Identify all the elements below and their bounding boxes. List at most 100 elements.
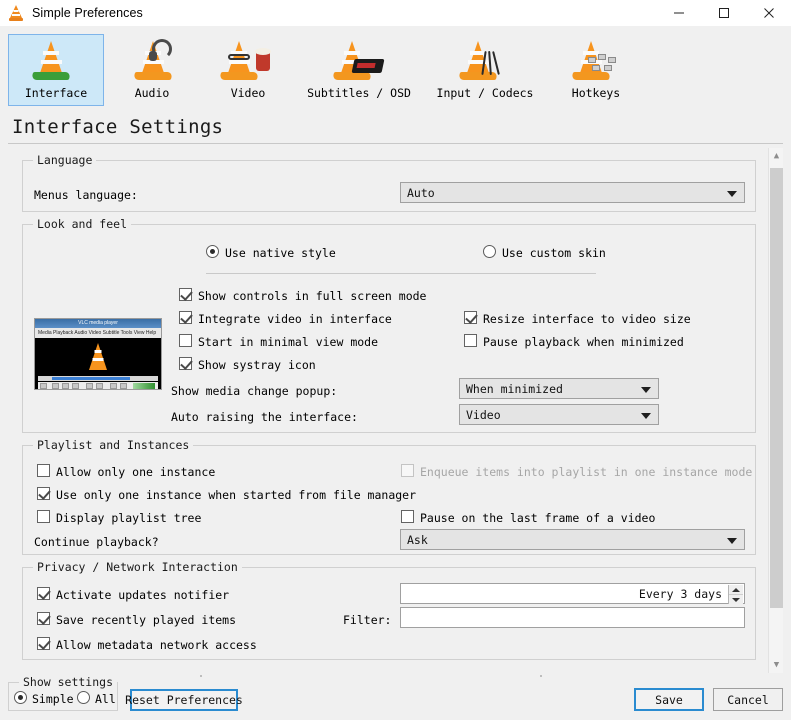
- vlc-cone-keys-icon: [566, 37, 626, 85]
- integrate-video-box: [179, 311, 192, 324]
- save-button[interactable]: Save: [634, 688, 704, 711]
- look-and-feel-legend: Look and feel: [33, 217, 132, 231]
- preview-menu-bar: Media Playback Audio Video Subtitle Tool…: [35, 328, 161, 338]
- save-recent-items-label: Save recently played items: [56, 613, 237, 627]
- tab-interface[interactable]: Interface: [8, 34, 104, 106]
- language-group-legend: Language: [33, 153, 97, 167]
- tab-video[interactable]: Video: [200, 34, 296, 106]
- updates-interval-stepper[interactable]: [728, 585, 743, 604]
- page-title: Interface Settings: [12, 116, 224, 138]
- chevron-down-icon: [641, 412, 651, 419]
- pause-last-frame-box: [401, 510, 414, 523]
- tab-subtitles-osd[interactable]: Subtitles / OSD: [296, 34, 422, 106]
- show-settings-simple-indicator: [14, 691, 27, 704]
- reset-preferences-button[interactable]: Reset Preferences: [125, 689, 243, 711]
- enqueue-items-box: [401, 464, 414, 477]
- continue-playback-value: Ask: [407, 532, 428, 547]
- title-divider: [8, 143, 783, 144]
- show-settings-all-label: All: [95, 692, 116, 706]
- privacy-group-legend: Privacy / Network Interaction: [33, 560, 242, 574]
- activate-updates-notifier-label: Activate updates notifier: [56, 588, 230, 602]
- pause-minimized-label: Pause playback when minimized: [483, 335, 684, 349]
- one-instance-file-manager-box: [37, 487, 50, 500]
- menus-language-label: Menus language:: [34, 188, 138, 202]
- privacy-network-group: Privacy / Network Interaction Activate u…: [22, 560, 756, 660]
- preview-seekbar: [38, 376, 158, 381]
- preview-controls: [38, 382, 158, 389]
- tab-hotkeys[interactable]: Hotkeys: [548, 34, 644, 106]
- scrollbar-thumb[interactable]: [770, 168, 783, 608]
- systray-icon-label: Show systray icon: [198, 358, 316, 372]
- settings-scrollbar[interactable]: ▲ ▼: [768, 148, 783, 673]
- continue-playback-combo[interactable]: Ask: [400, 529, 745, 550]
- vlc-cone-headphones-icon: [122, 37, 182, 85]
- integrate-video-label: Integrate video in interface: [198, 312, 392, 326]
- continue-playback-label: Continue playback?: [34, 535, 159, 549]
- custom-skin-radio-indicator: [483, 245, 496, 258]
- close-icon[interactable]: [746, 0, 791, 26]
- allow-one-instance-box: [37, 464, 50, 477]
- minimize-icon[interactable]: [656, 0, 701, 26]
- preview-video-pane: [38, 340, 158, 374]
- cancel-button[interactable]: Cancel: [713, 688, 783, 711]
- updates-interval-value: Every 3 days: [638, 586, 722, 601]
- media-popup-value: When minimized: [466, 381, 563, 396]
- language-group: Language Menus language: Auto: [22, 153, 756, 212]
- native-style-label: Use native style: [225, 246, 336, 260]
- show-settings-legend: Show settings: [19, 675, 117, 689]
- stepper-up-icon[interactable]: [729, 585, 743, 595]
- tab-input-codecs[interactable]: Input / Codecs: [422, 34, 548, 106]
- minimal-view-box: [179, 334, 192, 347]
- scroll-down-icon[interactable]: ▼: [769, 657, 783, 673]
- resize-interface-box: [464, 311, 477, 324]
- activate-updates-notifier-box: [37, 587, 50, 600]
- vlc-cone-glasses-popcorn-icon: [218, 37, 278, 85]
- menus-language-combo[interactable]: Auto: [400, 182, 745, 203]
- vlc-cone-icon: [8, 5, 24, 21]
- settings-scroll-area: Language Menus language: Auto Look and f…: [8, 148, 783, 673]
- window-controls: [656, 0, 791, 26]
- interface-preview-image: VLC media player Media Playback Audio Vi…: [34, 318, 162, 390]
- simple-preferences-window: Simple Preferences Interface Audio Video…: [0, 0, 791, 720]
- vlc-cone-osd-icon: [329, 37, 389, 85]
- title-bar: Simple Preferences: [0, 0, 791, 26]
- chevron-down-icon: [641, 386, 651, 393]
- native-style-radio-indicator: [206, 245, 219, 258]
- show-controls-fullscreen-box: [179, 288, 192, 301]
- filter-input[interactable]: [400, 607, 745, 628]
- media-popup-label: Show media change popup:: [171, 384, 338, 398]
- auto-raise-label: Auto raising the interface:: [171, 410, 358, 424]
- allow-one-instance-label: Allow only one instance: [56, 465, 216, 479]
- show-settings-all-indicator: [77, 691, 90, 704]
- vlc-cone-cables-icon: [455, 37, 515, 85]
- one-instance-file-manager-label: Use only one instance when started from …: [56, 488, 417, 502]
- stepper-down-icon[interactable]: [729, 595, 743, 604]
- show-controls-fullscreen-label: Show controls in full screen mode: [198, 289, 427, 303]
- tab-subtitles-osd-label: Subtitles / OSD: [307, 86, 411, 100]
- style-divider: [206, 273, 596, 274]
- systray-icon-box: [179, 357, 192, 370]
- preview-window-title: VLC media player: [35, 319, 161, 328]
- scroll-up-icon[interactable]: ▲: [769, 148, 783, 164]
- pause-last-frame-label: Pause on the last frame of a video: [420, 511, 656, 525]
- tab-hotkeys-label: Hotkeys: [571, 86, 621, 100]
- chevron-down-icon: [727, 537, 737, 544]
- resize-interface-label: Resize interface to video size: [483, 312, 691, 326]
- tab-audio[interactable]: Audio: [104, 34, 200, 106]
- media-popup-combo[interactable]: When minimized: [459, 378, 659, 399]
- custom-skin-label: Use custom skin: [502, 246, 606, 260]
- show-settings-group: Show settings Simple All: [8, 675, 118, 711]
- filter-label: Filter:: [343, 613, 392, 627]
- auto-raise-combo[interactable]: Video: [459, 404, 659, 425]
- pause-minimized-box: [464, 334, 477, 347]
- display-playlist-tree-label: Display playlist tree: [56, 511, 202, 525]
- enqueue-items-label: Enqueue items into playlist in one insta…: [420, 465, 753, 479]
- minimal-view-label: Start in minimal view mode: [198, 335, 379, 349]
- metadata-network-access-box: [37, 637, 50, 650]
- maximize-icon[interactable]: [701, 0, 746, 26]
- window-title: Simple Preferences: [32, 6, 143, 20]
- vlc-cone-interface-icon: [26, 37, 86, 85]
- save-recent-items-box: [37, 612, 50, 625]
- updates-interval-spinbox[interactable]: Every 3 days: [400, 583, 745, 604]
- tab-audio-label: Audio: [134, 86, 170, 100]
